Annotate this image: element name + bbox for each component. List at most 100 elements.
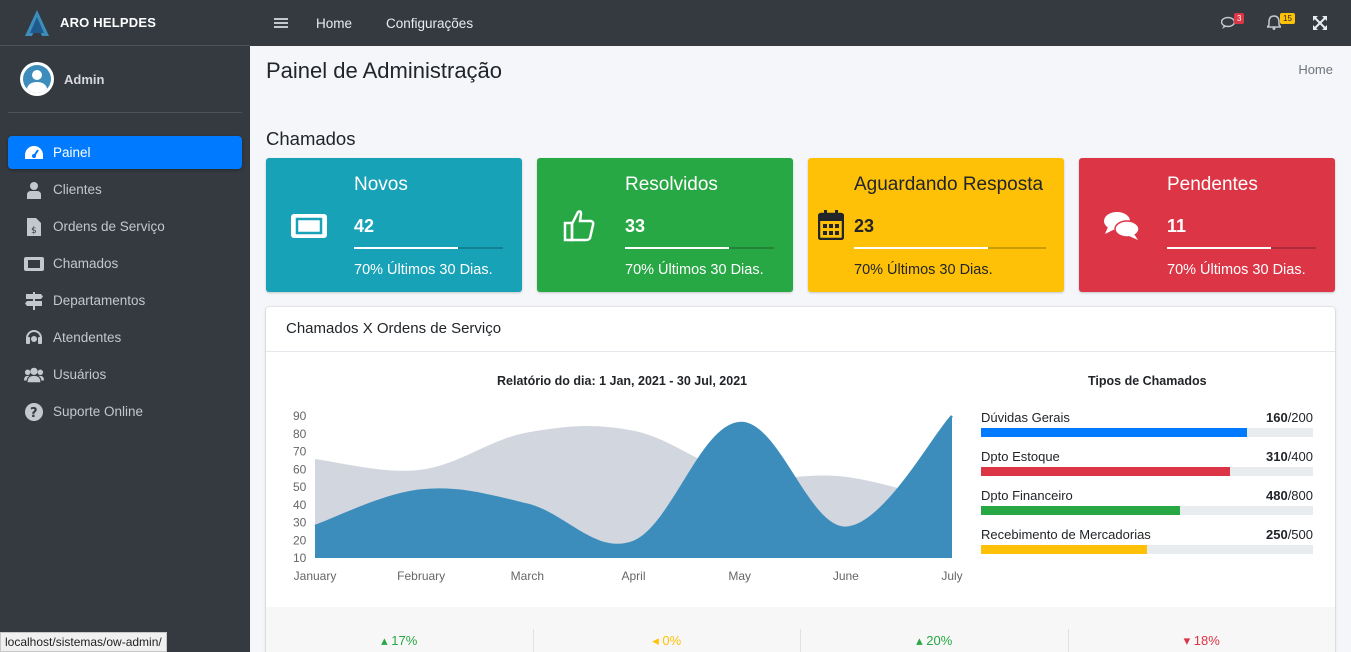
menu-toggle-icon[interactable] bbox=[274, 16, 288, 30]
main-content: Painel de Administração Home Chamados No… bbox=[250, 46, 1351, 652]
footer-stat-value: 18% bbox=[1193, 633, 1220, 648]
question-circle-icon: ? bbox=[24, 402, 44, 421]
type-label: Dúvidas Gerais bbox=[981, 410, 1070, 425]
y-tick-label: 80 bbox=[293, 427, 307, 441]
card-progress-fill bbox=[625, 247, 730, 249]
section-title: Chamados bbox=[266, 128, 356, 149]
nav-link-configuracoes[interactable]: Configurações bbox=[386, 16, 473, 31]
avatar bbox=[20, 62, 54, 96]
x-tick-label: July bbox=[941, 569, 962, 583]
panel-title: Chamados X Ordens de Serviço bbox=[266, 307, 1335, 352]
type-progress-fill bbox=[981, 428, 1247, 437]
card-description: 70% Últimos 30 Dias. bbox=[1167, 262, 1306, 278]
sidebar-item-label: Ordens de Serviço bbox=[53, 219, 165, 234]
types-list: Dúvidas Gerais 160/200 Dpto Estoque 310/40… bbox=[981, 410, 1313, 566]
ticket-icon bbox=[291, 214, 327, 238]
type-progress-fill bbox=[981, 467, 1230, 476]
stat-card-aguardando[interactable]: Aguardando Resposta 23 70% Últimos 30 Di… bbox=[808, 158, 1064, 292]
type-value: 480 bbox=[1265, 488, 1288, 503]
brand[interactable]: ARO HELPDES bbox=[0, 0, 250, 46]
card-value: 23 bbox=[854, 216, 875, 236]
types-title: Tipos de Chamados bbox=[1088, 374, 1207, 388]
panel-footer: ▴ 17% ◂ 0% ▴ 20% ▾ 18% bbox=[266, 607, 1335, 652]
type-label: Dpto Estoque bbox=[981, 449, 1060, 464]
x-tick-label: May bbox=[728, 569, 751, 583]
caret-icon: ◂ bbox=[652, 633, 663, 648]
card-description: 70% Últimos 30 Dias. bbox=[625, 262, 764, 278]
sidebar-item-label: Usuários bbox=[53, 367, 107, 382]
messages-button[interactable]: 3 bbox=[1221, 13, 1247, 33]
sidebar-item-chamados[interactable]: Chamados bbox=[8, 247, 242, 280]
x-tick-label: January bbox=[294, 569, 337, 583]
svg-text:?: ? bbox=[30, 406, 38, 421]
type-item: Recebimento de Mercadorias 250/500 bbox=[981, 527, 1313, 566]
sidebar-item-usuarios[interactable]: Usuários bbox=[8, 358, 242, 391]
footer-stat-value: 17% bbox=[391, 633, 418, 648]
card-value: 42 bbox=[354, 216, 375, 236]
notifications-button[interactable]: 15 bbox=[1267, 13, 1295, 33]
user-panel[interactable]: Admin bbox=[8, 46, 242, 113]
sidebar-item-label: Chamados bbox=[53, 256, 119, 271]
type-progress bbox=[981, 506, 1313, 515]
x-tick-label: April bbox=[621, 569, 645, 583]
chart-title: Relatório do dia: 1 Jan, 2021 - 30 Jul, … bbox=[497, 374, 748, 388]
card-progress-fill bbox=[354, 247, 459, 249]
stat-card-resolvidos[interactable]: Resolvidos 33 70% Últimos 30 Dias. bbox=[537, 158, 793, 292]
sidebar-item-suporte-online[interactable]: ? Suporte Online bbox=[8, 395, 242, 428]
sidebar-item-atendentes[interactable]: Atendentes bbox=[8, 321, 242, 354]
bell-icon bbox=[1267, 15, 1281, 30]
stat-cards: Novos 42 70% Últimos 30 Dias. Resolvidos… bbox=[266, 158, 1335, 292]
signs-icon bbox=[24, 291, 44, 310]
x-tick-label: March bbox=[511, 569, 544, 583]
sidebar-item-ordens-servico[interactable]: $ Ordens de Serviço bbox=[8, 210, 242, 243]
card-progress bbox=[1167, 247, 1316, 249]
footer-stat: ▴ 20% bbox=[801, 629, 1069, 652]
caret-icon: ▾ bbox=[1183, 633, 1194, 648]
type-label: Recebimento de Mercadorias bbox=[981, 527, 1151, 542]
sidebar-item-label: Painel bbox=[53, 145, 91, 160]
calendar-icon bbox=[818, 210, 844, 240]
y-tick-label: 40 bbox=[293, 498, 307, 512]
users-icon bbox=[24, 366, 44, 384]
type-item: Dpto Estoque 310/400 bbox=[981, 449, 1313, 488]
card-value: 33 bbox=[625, 216, 646, 236]
type-value: 250 bbox=[1265, 527, 1288, 542]
card-progress-fill bbox=[1167, 247, 1272, 249]
sidebar-item-label: Suporte Online bbox=[53, 404, 144, 419]
card-title: Novos bbox=[354, 174, 408, 195]
stat-card-pendentes[interactable]: Pendentes 11 70% Últimos 30 Dias. bbox=[1079, 158, 1335, 292]
type-total: /500 bbox=[1287, 527, 1313, 542]
nav-link-home[interactable]: Home bbox=[316, 16, 352, 31]
y-tick-label: 10 bbox=[293, 551, 307, 565]
sidebar-item-painel[interactable]: Painel bbox=[8, 136, 242, 169]
y-tick-label: 70 bbox=[293, 445, 307, 459]
fullscreen-button[interactable] bbox=[1313, 13, 1327, 33]
sidebar-item-label: Atendentes bbox=[53, 330, 122, 345]
breadcrumb[interactable]: Home bbox=[1298, 62, 1333, 77]
type-label: Dpto Financeiro bbox=[981, 488, 1073, 503]
type-progress bbox=[981, 545, 1313, 554]
expand-arrows-icon bbox=[1313, 16, 1327, 30]
card-progress bbox=[354, 247, 503, 249]
card-title: Pendentes bbox=[1167, 174, 1258, 195]
brand-name: ARO HELPDES bbox=[60, 15, 157, 30]
card-title: Aguardando Resposta bbox=[854, 174, 1044, 195]
svg-text:$: $ bbox=[31, 226, 37, 236]
type-progress bbox=[981, 428, 1313, 437]
sidebar-item-departamentos[interactable]: Departamentos bbox=[8, 284, 242, 317]
type-progress-fill bbox=[981, 506, 1181, 515]
footer-stat-value: 0% bbox=[662, 633, 682, 648]
tachometer-icon bbox=[24, 144, 44, 162]
status-bar-url: localhost/sistemas/ow-admin/ bbox=[0, 632, 167, 652]
ticket-icon bbox=[24, 255, 44, 273]
comments-icon bbox=[1104, 212, 1140, 240]
type-value: 310 bbox=[1265, 449, 1288, 464]
top-navbar: Home Configurações 3 15 bbox=[250, 0, 1351, 46]
y-tick-label: 90 bbox=[293, 409, 307, 423]
type-progress-fill bbox=[981, 545, 1147, 554]
footer-stat: ◂ 0% bbox=[534, 629, 801, 652]
sidebar-item-clientes[interactable]: Clientes bbox=[8, 173, 242, 206]
y-tick-label: 20 bbox=[293, 533, 307, 547]
type-progress bbox=[981, 467, 1313, 476]
stat-card-novos[interactable]: Novos 42 70% Últimos 30 Dias. bbox=[266, 158, 522, 292]
